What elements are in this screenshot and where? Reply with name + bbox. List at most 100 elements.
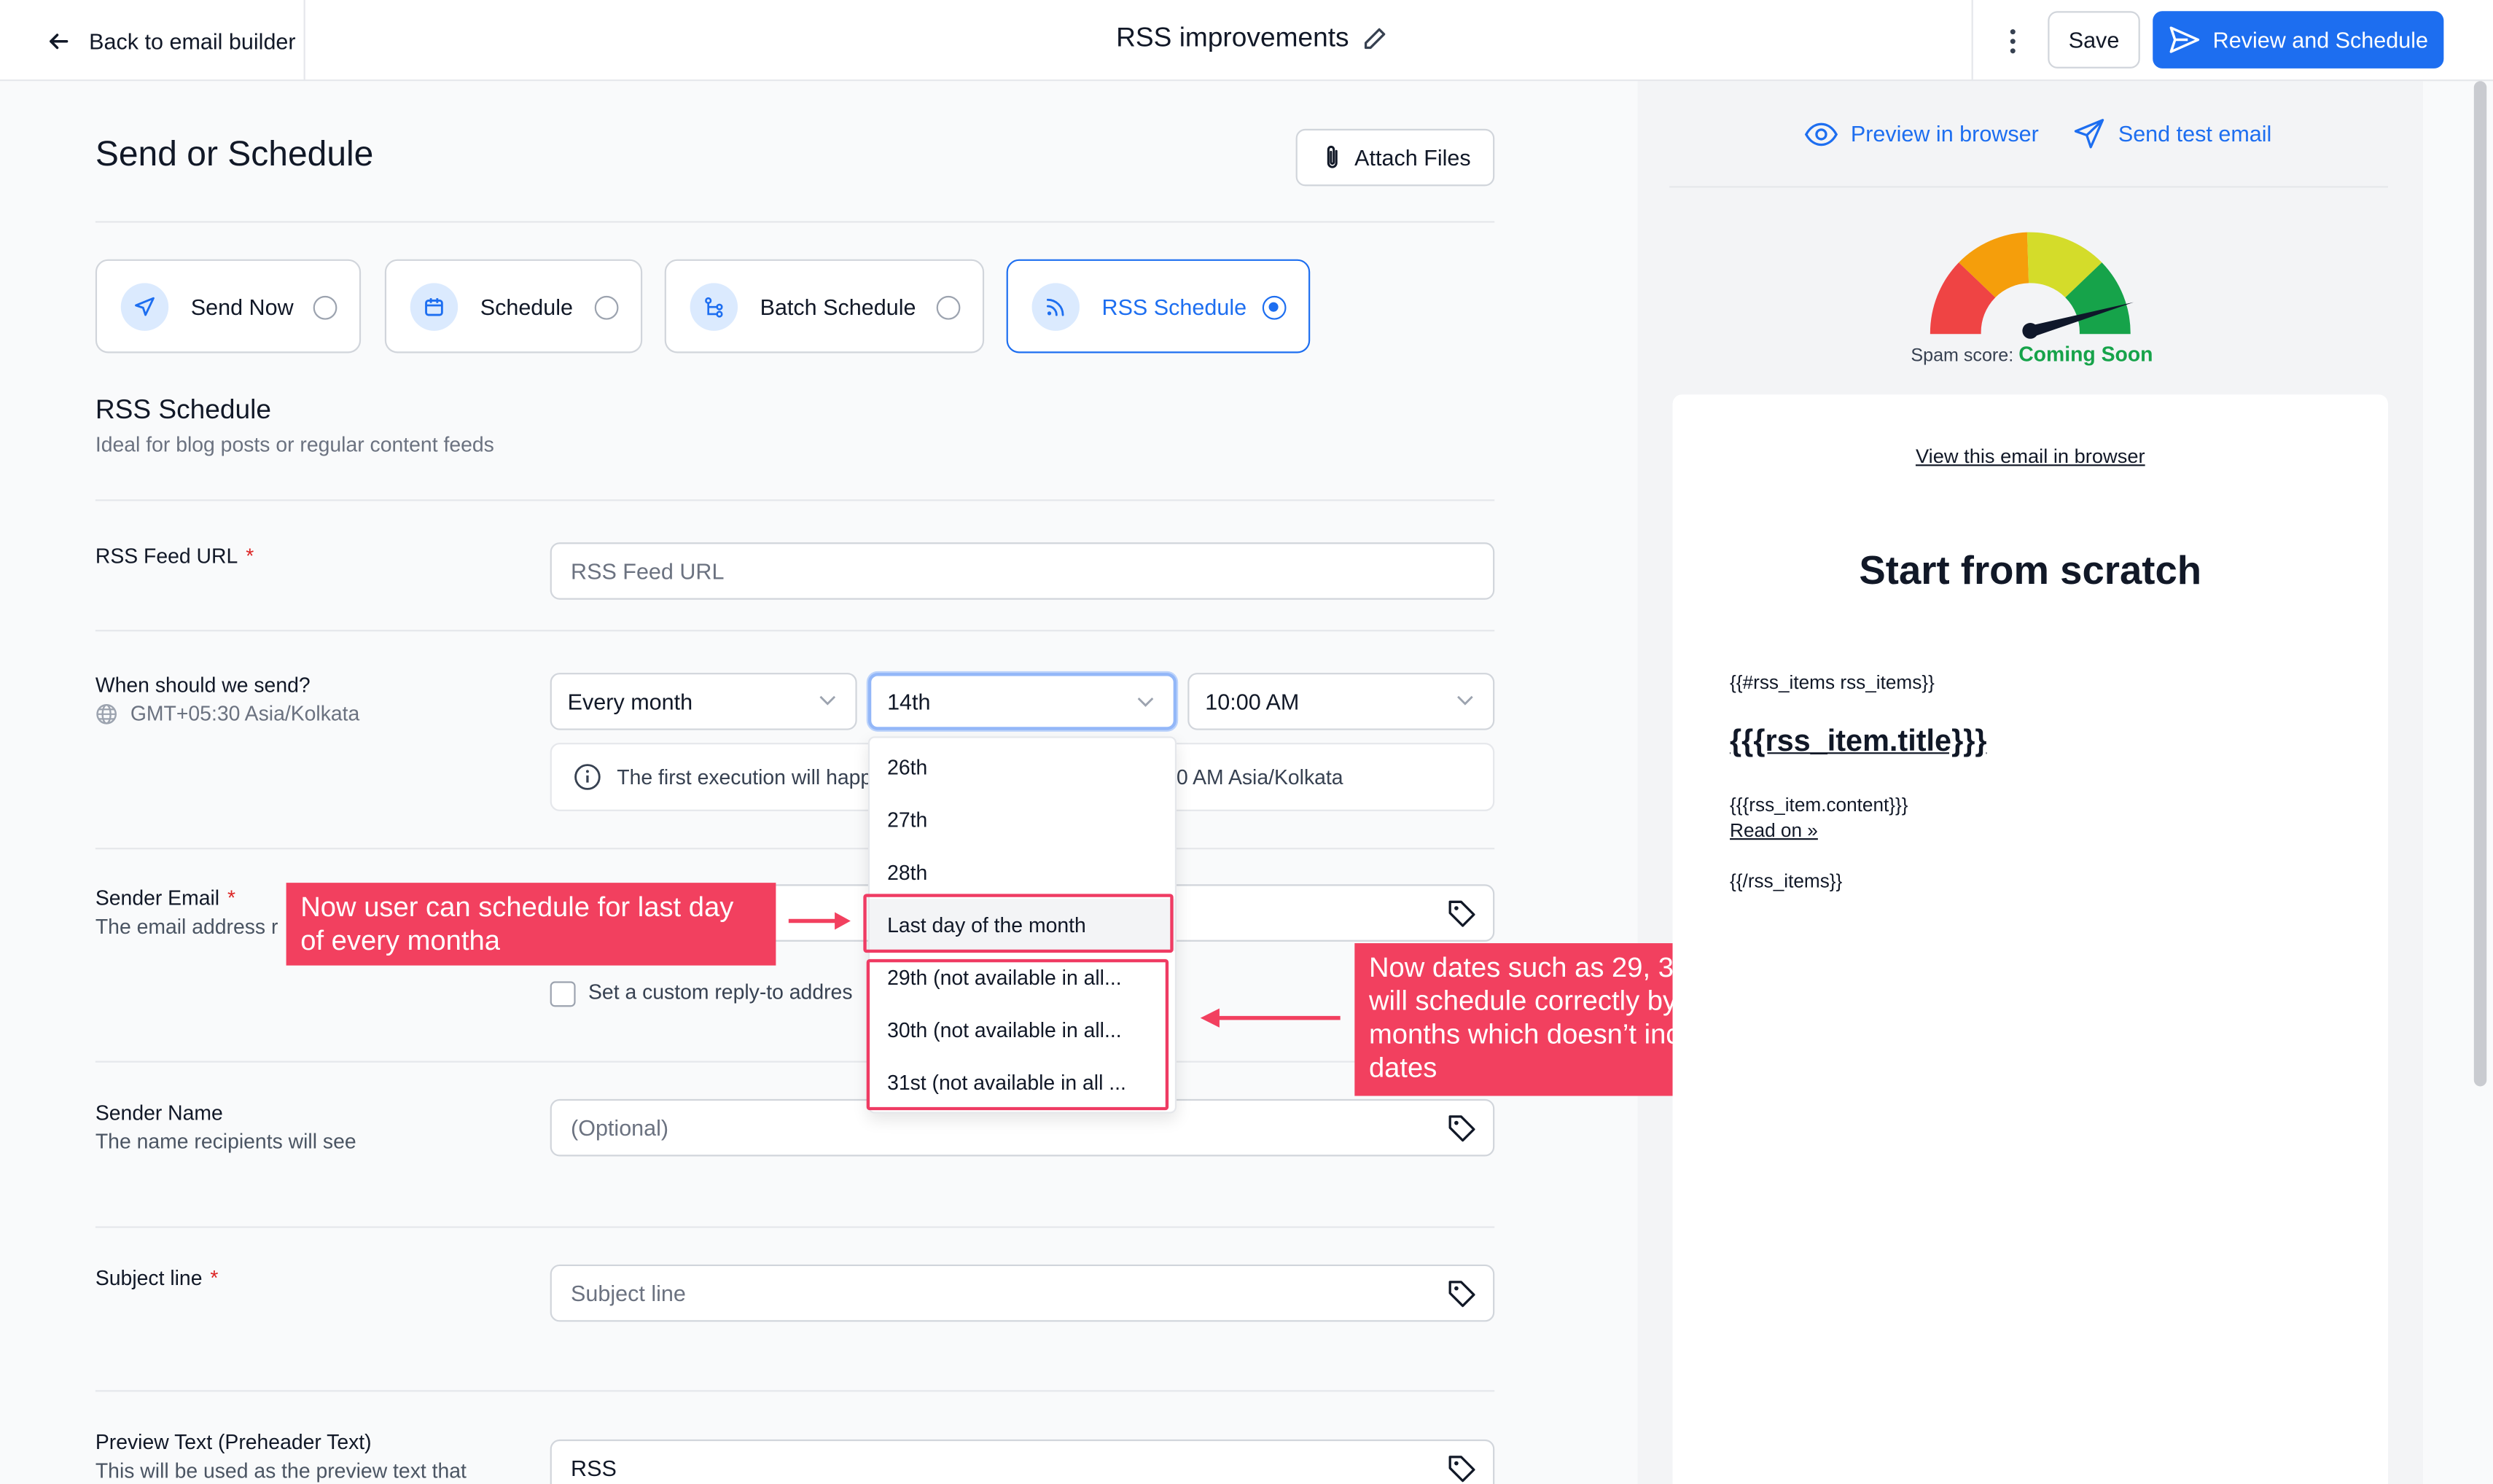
scrollbar[interactable] (2473, 81, 2487, 1087)
campaign-title-text: RSS improvements (1116, 22, 1349, 53)
arrow-left-icon (50, 33, 69, 49)
option-label: Send Now (190, 293, 294, 319)
preview-text-label: Preview Text (Preheader Text) (95, 1429, 372, 1454)
radio-button-selected[interactable] (1262, 295, 1287, 320)
section-title: RSS Schedule (95, 394, 272, 425)
day-option[interactable]: 27th (870, 794, 1175, 846)
rss-close-tag: {{/rss_items}} (1730, 870, 1843, 893)
preview-text-value: RSS (571, 1455, 617, 1481)
send-test-email-label: Send test email (2118, 120, 2272, 147)
divider (95, 221, 1495, 223)
chevron-down-icon (819, 695, 836, 706)
option-batch-schedule[interactable]: Batch Schedule (664, 259, 985, 354)
annotation-last-day: Now user can schedule for last day of ev… (286, 883, 776, 966)
highlight-box-last-day (863, 894, 1174, 953)
timezone-text: GMT+05:30 Asia/Kolkata (130, 701, 360, 726)
pencil-icon[interactable] (1362, 25, 1389, 52)
sender-email-desc: The email address r (95, 914, 278, 939)
feed-url-label-text: RSS Feed URL (95, 544, 238, 569)
time-select[interactable]: 10:00 AM (1187, 673, 1495, 730)
required-marker: * (227, 886, 236, 910)
tag-icon[interactable] (1447, 1454, 1477, 1484)
reply-to-label: Set a custom reply-to addres (588, 980, 853, 1004)
chevron-down-icon (1137, 697, 1154, 707)
radio-button[interactable] (594, 295, 619, 320)
preview-tools: Preview in browser Send test email (1804, 117, 2272, 149)
sender-name-placeholder: (Optional) (571, 1114, 669, 1141)
preview-in-browser-link[interactable]: Preview in browser (1804, 120, 2039, 147)
preview-text-desc: This will be used as the preview text th… (95, 1458, 467, 1483)
review-and-schedule-button[interactable]: Review and Schedule (2153, 11, 2444, 69)
send-icon (2169, 26, 2199, 53)
divider (95, 848, 1495, 850)
day-select[interactable]: 14th (867, 673, 1177, 730)
info-text-tail: 0 AM Asia/Kolkata (1177, 765, 1343, 789)
campaign-title: RSS improvements (1116, 23, 1389, 55)
frequency-value: Every month (567, 688, 693, 714)
spam-score-label: Spam score: (1911, 346, 2014, 366)
attach-files-label: Attach Files (1354, 144, 1471, 171)
save-button[interactable]: Save (2048, 11, 2140, 69)
option-schedule[interactable]: Schedule (384, 259, 643, 354)
sender-name-desc: The name recipients will see (95, 1129, 356, 1154)
tag-icon[interactable] (1447, 899, 1477, 929)
calendar-icon (410, 282, 459, 330)
preview-in-browser-label: Preview in browser (1850, 120, 2039, 147)
subject-placeholder: Subject line (571, 1280, 686, 1306)
preview-text-input[interactable]: RSS (550, 1439, 1495, 1484)
option-label: Schedule (480, 293, 574, 319)
rss-item-content: {{{rss_item.content}}} (1730, 793, 1908, 816)
option-label: Batch Schedule (760, 293, 916, 319)
option-label: RSS Schedule (1101, 293, 1247, 319)
back-label: Back to email builder (89, 28, 296, 54)
spam-score: Spam score: Coming Soon (1876, 342, 2188, 366)
subject-label-text: Subject line (95, 1266, 203, 1290)
subject-input[interactable]: Subject line (550, 1264, 1495, 1322)
feed-url-placeholder: RSS Feed URL (571, 558, 725, 584)
when-label: When should we send? (95, 673, 311, 697)
required-marker: * (246, 544, 254, 569)
email-preview-card: View this email in browser Start from sc… (1672, 394, 2389, 1484)
divider (95, 499, 1495, 501)
day-option[interactable]: 26th (870, 741, 1175, 794)
send-icon (120, 282, 169, 330)
tag-icon[interactable] (1447, 1114, 1477, 1144)
annotation-line: of every montha (300, 923, 500, 956)
day-option[interactable]: 28th (870, 846, 1175, 899)
time-value: 10:00 AM (1205, 688, 1300, 714)
feed-url-input[interactable]: RSS Feed URL (550, 542, 1495, 600)
divider (95, 1061, 1495, 1063)
highlight-box-29-31 (866, 958, 1169, 1111)
rss-open-tag: {{#rss_items rss_items}} (1730, 671, 1935, 694)
more-options-button[interactable] (1971, 0, 2051, 82)
frequency-select[interactable]: Every month (550, 673, 857, 730)
attach-files-button[interactable]: Attach Files (1295, 128, 1495, 187)
tag-icon[interactable] (1447, 1278, 1477, 1308)
divider (95, 630, 1495, 632)
spam-score-value: Coming Soon (2018, 342, 2153, 366)
back-to-builder-link[interactable]: Back to email builder (0, 0, 305, 82)
view-in-browser-link[interactable]: View this email in browser (1673, 445, 2389, 468)
divider (95, 1390, 1495, 1392)
review-label: Review and Schedule (2212, 27, 2429, 53)
globe-icon (96, 703, 117, 724)
paperclip-icon (1327, 145, 1338, 168)
radio-button[interactable] (313, 295, 338, 320)
radio-button[interactable] (936, 295, 961, 320)
kebab-icon (2009, 28, 2015, 53)
page-title: Send or Schedule (95, 133, 374, 173)
option-send-now[interactable]: Send Now (95, 259, 362, 354)
option-rss-schedule[interactable]: RSS Schedule (1006, 259, 1311, 354)
email-heading: Start from scratch (1859, 548, 2202, 593)
required-marker: * (210, 1266, 219, 1290)
arrow-left-annotation (1200, 1008, 1341, 1028)
batch-icon (690, 282, 738, 330)
rss-item-title[interactable]: {{{rss_item.title}}} (1730, 725, 1986, 760)
info-text: The first execution will happ (617, 765, 873, 789)
app-window: Back to email builder RSS improvements S… (0, 0, 2493, 1484)
send-test-email-link[interactable]: Send test email (2074, 117, 2272, 149)
divider (95, 1226, 1495, 1228)
reply-to-checkbox[interactable] (550, 981, 576, 1007)
read-on-link[interactable]: Read on » (1730, 819, 1818, 842)
sender-email-label: Sender Email * (95, 884, 235, 913)
